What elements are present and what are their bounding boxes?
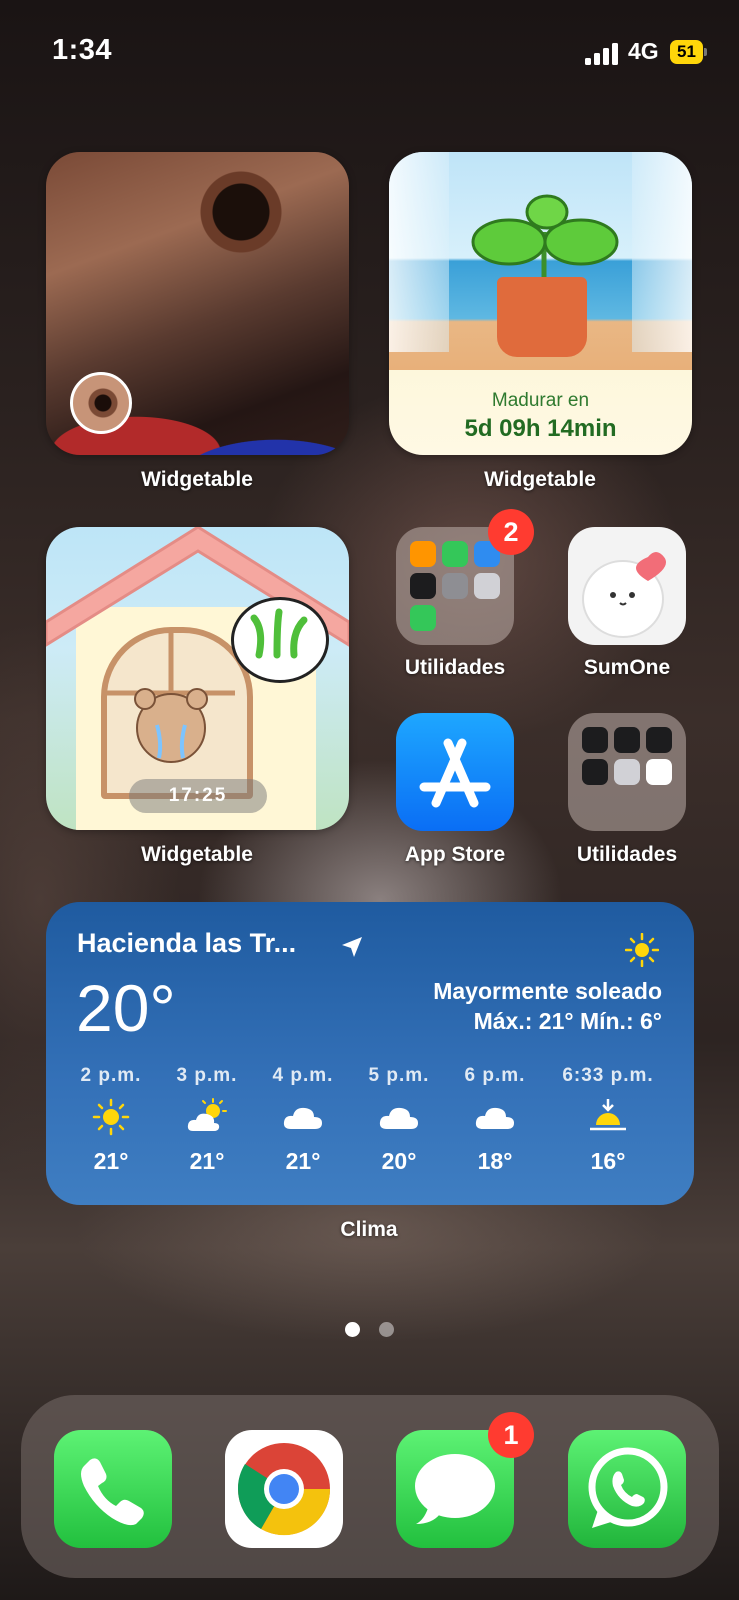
cellular-signal-icon bbox=[585, 43, 618, 65]
grass-bubble-icon bbox=[231, 597, 329, 683]
hourly-forecast-item: 4 p.m. 21° bbox=[272, 1065, 334, 1174]
compass-icon bbox=[614, 727, 640, 753]
avatar bbox=[70, 372, 132, 434]
weather-temperature: 20° bbox=[76, 971, 176, 1045]
measure-icon bbox=[646, 727, 672, 753]
weather-widget-label: Clima bbox=[340, 1218, 398, 1241]
facetime-icon bbox=[410, 605, 436, 631]
sumone-app[interactable] bbox=[568, 527, 686, 645]
utilities-folder-2[interactable] bbox=[568, 713, 686, 831]
calculator-icon bbox=[614, 759, 640, 785]
clock-icon bbox=[646, 759, 672, 785]
weather-range: Máx.: 21° Mín.: 6° bbox=[473, 1008, 662, 1034]
notification-badge: 2 bbox=[488, 509, 534, 555]
network-type: 4G bbox=[628, 38, 659, 64]
weather-condition: Mayormente soleado bbox=[433, 978, 662, 1004]
chrome-icon bbox=[237, 1443, 331, 1536]
partly-sunny-icon bbox=[187, 1098, 227, 1131]
app-store-label: App Store bbox=[404, 843, 506, 866]
hourly-forecast-item: 6:33 p.m. 16° bbox=[562, 1065, 654, 1174]
whatsapp-icon bbox=[588, 1447, 668, 1528]
camera-icon bbox=[474, 573, 500, 599]
location-arrow-icon bbox=[342, 937, 362, 957]
curtain-right bbox=[632, 152, 692, 352]
weather-location: Hacienda las Tr... bbox=[77, 928, 297, 958]
hourly-forecast-item: 2 p.m. 21° bbox=[80, 1065, 142, 1174]
house-widget-label: Widgetable bbox=[141, 843, 253, 866]
cloud-icon bbox=[379, 1107, 418, 1129]
page-dot[interactable] bbox=[379, 1322, 394, 1337]
bear-icon bbox=[107, 633, 235, 763]
sunset-icon bbox=[590, 1099, 626, 1131]
pages-icon bbox=[410, 541, 436, 567]
sun-icon bbox=[92, 1098, 130, 1136]
hourly-forecast-item: 5 p.m. 20° bbox=[368, 1065, 430, 1174]
settings-icon bbox=[442, 573, 468, 599]
curtain-left bbox=[389, 152, 449, 352]
stocks-icon bbox=[410, 573, 436, 599]
voice-memos-icon bbox=[582, 727, 608, 753]
app-store-app[interactable] bbox=[396, 713, 514, 831]
utilities-folder-label: Utilidades bbox=[404, 656, 506, 679]
hourly-forecast-item: 3 p.m. 21° bbox=[176, 1065, 238, 1174]
whatsapp-app[interactable] bbox=[568, 1430, 686, 1548]
utilities-folder-2-label: Utilidades bbox=[576, 843, 678, 866]
house-window bbox=[101, 627, 253, 799]
app-store-icon bbox=[419, 738, 491, 808]
cloud-icon bbox=[475, 1107, 514, 1129]
cloud-icon bbox=[283, 1107, 322, 1129]
pet-time: 17:25 bbox=[129, 779, 267, 813]
plant-widget[interactable]: Madurar en 5d 09h 14min bbox=[389, 152, 692, 455]
plant-widget-label: Widgetable bbox=[484, 468, 596, 491]
plant-caption: Madurar en bbox=[491, 390, 590, 411]
pet-house-widget[interactable]: 17:25 bbox=[46, 527, 349, 830]
notification-badge: 1 bbox=[488, 1412, 534, 1458]
sumone-icon bbox=[582, 552, 666, 638]
battery-level: 51 bbox=[670, 40, 703, 64]
page-dot-active[interactable] bbox=[345, 1322, 360, 1337]
plant-pot bbox=[497, 277, 587, 357]
magnifier-icon bbox=[582, 759, 608, 785]
plant-timer: 5d 09h 14min bbox=[464, 415, 617, 442]
phone-app[interactable] bbox=[54, 1430, 172, 1548]
chrome-app[interactable] bbox=[225, 1430, 343, 1548]
status-time: 1:34 bbox=[52, 34, 113, 66]
battery-icon: 51 bbox=[670, 40, 708, 64]
sun-icon bbox=[625, 933, 659, 967]
phone-icon bbox=[81, 1458, 144, 1526]
numbers-icon bbox=[442, 541, 468, 567]
photo-widget-label: Widgetable bbox=[141, 468, 253, 491]
hourly-forecast-item: 6 p.m. 18° bbox=[464, 1065, 526, 1174]
sumone-label: SumOne bbox=[583, 656, 671, 679]
